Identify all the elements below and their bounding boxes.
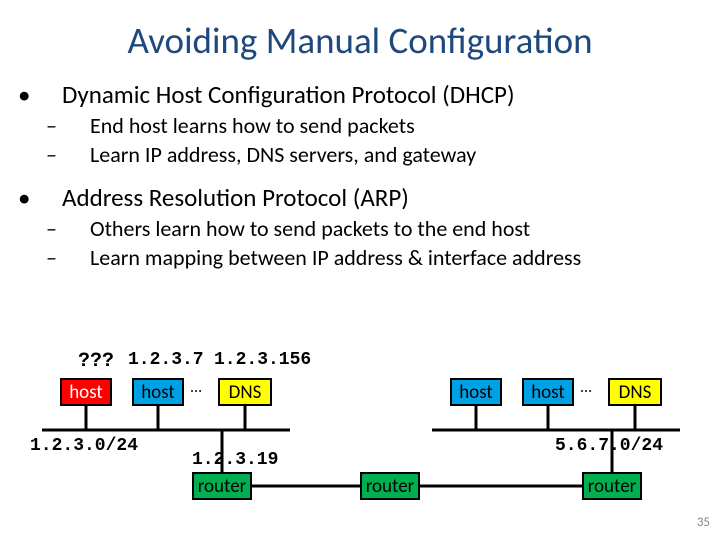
subbullet: –Others learn how to send packets to the…	[68, 215, 690, 242]
slide-title: Avoiding Manual Configuration	[0, 0, 720, 63]
host-node: host	[450, 378, 502, 406]
router-node: router	[192, 472, 252, 500]
ellipsis: ...	[580, 378, 592, 397]
router-node: router	[360, 472, 420, 500]
label-ip: 1.2.3.7	[128, 350, 204, 370]
bullet-dhcp: •Dynamic Host Configuration Protocol (DH…	[40, 79, 690, 110]
gateway-label: 1.2.3.19	[192, 450, 278, 470]
bullet-text: Dynamic Host Configuration Protocol (DHC…	[62, 79, 515, 110]
slide-body: •Dynamic Host Configuration Protocol (DH…	[0, 63, 720, 271]
subbullet: –Learn mapping between IP address & inte…	[68, 244, 690, 271]
host-node: host	[60, 378, 112, 406]
subbullet-text: Others learn how to send packets to the …	[90, 215, 530, 242]
dns-node: DNS	[608, 378, 662, 406]
subbullet: –Learn IP address, DNS servers, and gate…	[68, 141, 690, 168]
subbullet-text: Learn mapping between IP address & inter…	[90, 244, 581, 271]
subnet-label: 1.2.3.0/24	[30, 436, 138, 456]
dns-node: DNS	[218, 378, 272, 406]
router-node: router	[582, 472, 642, 500]
label-ip: 1.2.3.156	[214, 350, 311, 370]
subbullet-text: End host learns how to send packets	[90, 112, 415, 139]
label-unknown: ???	[78, 350, 114, 373]
subbullet-text: Learn IP address, DNS servers, and gatew…	[90, 141, 476, 168]
host-node: host	[522, 378, 574, 406]
subnet-label: 5.6.7.0/24	[555, 436, 663, 456]
ellipsis: ...	[190, 378, 202, 397]
page-number: 35	[697, 515, 710, 530]
subbullet: –End host learns how to send packets	[68, 112, 690, 139]
network-diagram: ??? 1.2.3.7 1.2.3.156 host host ... DNS …	[0, 348, 720, 518]
bullet-arp: •Address Resolution Protocol (ARP)	[40, 182, 690, 213]
bullet-text: Address Resolution Protocol (ARP)	[62, 182, 409, 213]
host-node: host	[132, 378, 184, 406]
slide: Avoiding Manual Configuration •Dynamic H…	[0, 0, 720, 540]
